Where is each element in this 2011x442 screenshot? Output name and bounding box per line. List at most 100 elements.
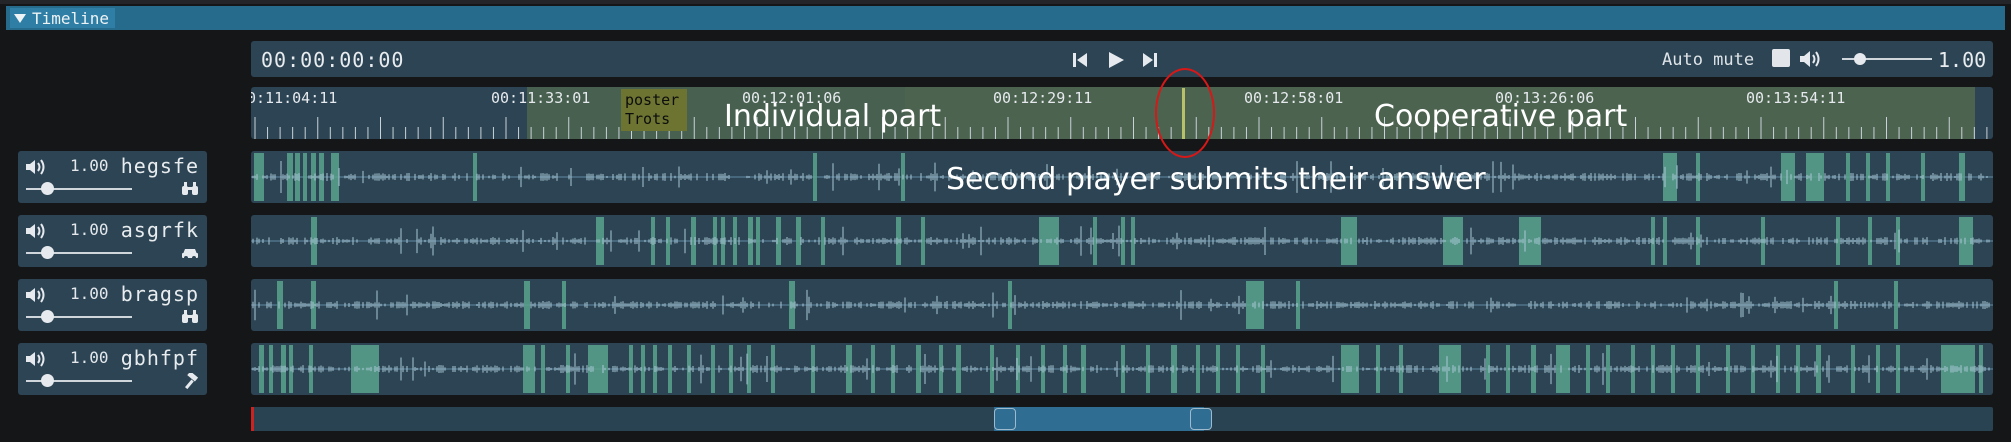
audio-clip bbox=[311, 217, 317, 265]
collapse-triangle-icon[interactable] bbox=[14, 13, 26, 23]
audio-clip bbox=[711, 345, 715, 393]
track-volume-value: 1.00 bbox=[70, 284, 109, 303]
audio-clip bbox=[1439, 345, 1461, 393]
audio-clip bbox=[813, 153, 817, 201]
speaker-icon[interactable] bbox=[24, 285, 48, 305]
master-volume-value: 1.00 bbox=[1938, 48, 1987, 72]
audio-clip bbox=[1196, 345, 1200, 393]
scrollbar-right-handle[interactable] bbox=[1190, 408, 1212, 430]
speaker-icon[interactable] bbox=[24, 221, 48, 241]
audio-clip bbox=[1556, 345, 1570, 393]
audio-clip bbox=[1959, 153, 1965, 201]
audio-clip bbox=[1941, 345, 1975, 393]
track-name: bragsp bbox=[120, 282, 199, 306]
track-header: 1.00 hegsfe bbox=[18, 151, 207, 203]
audio-clip bbox=[331, 153, 339, 201]
track-header: 1.00 gbhfpf bbox=[18, 343, 207, 395]
scrollbar-playhead bbox=[251, 407, 254, 431]
track-volume-knob[interactable] bbox=[41, 374, 55, 387]
skip-to-end-icon[interactable] bbox=[1140, 50, 1160, 70]
audio-clip bbox=[473, 153, 477, 201]
audio-clip bbox=[1519, 217, 1541, 265]
audio-clip bbox=[1131, 217, 1135, 265]
timeline-title-bar: Timeline bbox=[6, 6, 2005, 30]
speaker-icon[interactable] bbox=[24, 157, 48, 177]
hammer-icon bbox=[185, 373, 199, 389]
play-icon[interactable] bbox=[1106, 50, 1126, 70]
tick-label: 00:12:58:01 bbox=[1244, 89, 1344, 107]
audio-clip bbox=[524, 281, 530, 329]
scrollbar-left-handle[interactable] bbox=[994, 408, 1016, 430]
audio-waveform bbox=[251, 345, 1993, 393]
poster-marker-label: poster Trots bbox=[625, 91, 680, 128]
audio-clip bbox=[1894, 281, 1898, 329]
tick-label: 00:11:33:01 bbox=[491, 89, 591, 107]
track-volume-knob[interactable] bbox=[41, 310, 55, 323]
audio-clip bbox=[1341, 217, 1357, 265]
audio-clip bbox=[1341, 345, 1359, 393]
audio-clip bbox=[668, 345, 672, 393]
audio-clip bbox=[303, 153, 307, 201]
annotation-cooperative-part: Cooperative part bbox=[1374, 99, 1628, 134]
tick-label: 0:11:04:11 bbox=[251, 89, 338, 107]
audio-clip bbox=[277, 281, 283, 329]
track-lane[interactable] bbox=[251, 215, 1993, 267]
skip-to-start-icon[interactable] bbox=[1070, 50, 1090, 70]
track-volume-value: 1.00 bbox=[70, 220, 109, 239]
audio-clip bbox=[1586, 345, 1590, 393]
auto-mute-label: Auto mute bbox=[1662, 50, 1755, 70]
master-volume-knob[interactable] bbox=[1854, 53, 1866, 65]
auto-mute-checkbox[interactable] bbox=[1772, 49, 1790, 67]
track-lane[interactable] bbox=[251, 343, 1993, 395]
audio-clip bbox=[796, 217, 801, 265]
track-volume-value: 1.00 bbox=[70, 348, 109, 367]
audio-clip bbox=[1171, 345, 1177, 393]
track-name: asgrfk bbox=[120, 218, 199, 242]
audio-clip bbox=[756, 217, 760, 265]
window-top-edge bbox=[0, 0, 2011, 4]
audio-clip bbox=[1781, 153, 1795, 201]
speaker-icon[interactable] bbox=[24, 349, 48, 369]
timeline-collapse-tab[interactable]: Timeline bbox=[10, 8, 116, 28]
tick-label: 00:13:54:11 bbox=[1746, 89, 1846, 107]
annotation-individual-part: Individual part bbox=[724, 99, 942, 134]
track-name: hegsfe bbox=[120, 154, 199, 178]
audio-waveform bbox=[251, 281, 1993, 329]
scrollbar-thumb[interactable] bbox=[994, 407, 1204, 431]
tick-label: 00:12:29:11 bbox=[993, 89, 1093, 107]
annotation-highlight-ring bbox=[1155, 68, 1215, 158]
time-readout: 00:00:00:00 bbox=[261, 48, 405, 72]
binoculars-icon bbox=[182, 182, 198, 195]
track-volume-knob[interactable] bbox=[41, 246, 55, 259]
timeline-scrollbar[interactable] bbox=[251, 407, 1993, 431]
binoculars-icon bbox=[182, 310, 198, 323]
audio-clip bbox=[641, 345, 645, 393]
track-name: gbhfpf bbox=[120, 346, 199, 370]
audio-clip bbox=[1606, 345, 1610, 393]
audio-clip bbox=[1093, 217, 1097, 265]
audio-clip bbox=[1663, 217, 1667, 265]
transport-bar: 00:00:00:00 Auto mute 1.00 bbox=[251, 41, 1993, 77]
car-icon bbox=[182, 249, 198, 260]
annotation-second-player: Second player submits their answer bbox=[946, 162, 1486, 197]
track-header: 1.00 asgrfk bbox=[18, 215, 207, 267]
audio-clip bbox=[921, 217, 925, 265]
audio-clip bbox=[287, 153, 293, 201]
audio-clip bbox=[1671, 345, 1675, 393]
audio-clip bbox=[1846, 153, 1850, 201]
audio-clip bbox=[541, 345, 545, 393]
track-header: 1.00 bragsp bbox=[18, 279, 207, 331]
track-volume-knob[interactable] bbox=[41, 182, 55, 195]
audio-clip bbox=[916, 345, 921, 393]
audio-waveform bbox=[251, 217, 1993, 265]
track-volume-value: 1.00 bbox=[70, 156, 109, 175]
audio-clip bbox=[1851, 345, 1855, 393]
time-ruler[interactable]: poster Trots 0:11:04:11 00:11:33:01 00:1… bbox=[251, 87, 1993, 139]
track-lane[interactable] bbox=[251, 279, 1993, 331]
speaker-icon[interactable] bbox=[1798, 49, 1824, 69]
audio-clip bbox=[956, 345, 961, 393]
audio-clip bbox=[821, 217, 825, 265]
timeline-title: Timeline bbox=[32, 8, 110, 28]
audio-clip bbox=[747, 345, 751, 393]
audio-clip bbox=[789, 281, 795, 329]
